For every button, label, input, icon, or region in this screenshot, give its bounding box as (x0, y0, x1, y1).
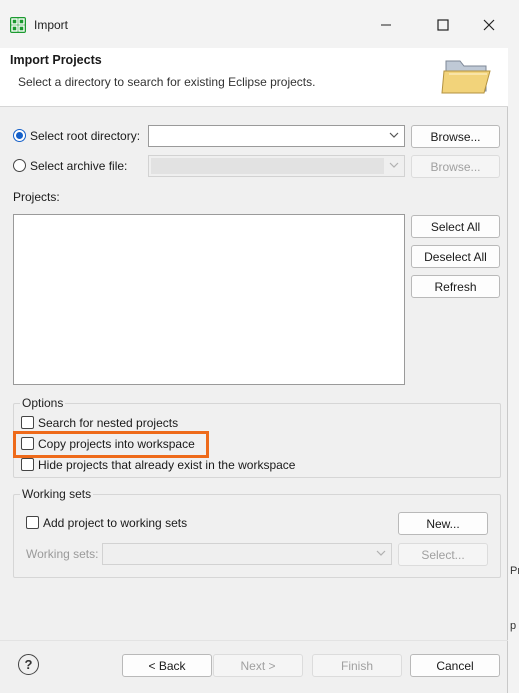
hide-existing-label[interactable]: Hide projects that already exist in the … (38, 458, 295, 472)
options-group-label: Options (20, 396, 66, 410)
working-sets-label: Working sets: (26, 547, 99, 561)
deselect-all-button[interactable]: Deselect All (411, 245, 500, 268)
archive-file-radio[interactable] (13, 159, 26, 172)
add-to-working-sets-label[interactable]: Add project to working sets (43, 516, 187, 530)
select-working-sets-button[interactable]: Select... (398, 543, 488, 566)
highlight-box (13, 431, 209, 458)
finish-button[interactable]: Finish (312, 654, 402, 677)
refresh-button[interactable]: Refresh (411, 275, 500, 298)
root-directory-label[interactable]: Select root directory: (30, 129, 140, 143)
select-all-button[interactable]: Select All (411, 215, 500, 238)
archive-file-label[interactable]: Select archive file: (30, 159, 127, 173)
eclipse-app-icon (10, 17, 26, 33)
root-directory-combo[interactable] (148, 125, 405, 147)
add-to-working-sets-checkbox[interactable] (26, 516, 39, 529)
import-dialog: Import Import Projects Select a director… (0, 0, 508, 693)
browse-archive-button[interactable]: Browse... (411, 155, 500, 178)
chevron-down-icon[interactable] (389, 130, 399, 143)
archive-file-combo[interactable] (148, 155, 405, 177)
nested-projects-checkbox[interactable] (21, 416, 34, 429)
title-bar: Import (0, 0, 508, 48)
maximize-button[interactable] (429, 12, 457, 38)
help-icon[interactable]: ? (18, 654, 39, 675)
page-title: Import Projects (10, 53, 102, 67)
working-sets-group-label: Working sets (20, 487, 94, 501)
window-title: Import (34, 18, 69, 32)
nested-projects-label[interactable]: Search for nested projects (38, 416, 178, 430)
chevron-down-icon (376, 548, 386, 561)
browse-root-button[interactable]: Browse... (411, 125, 500, 148)
close-button[interactable] (475, 12, 503, 38)
root-directory-radio[interactable] (13, 129, 26, 142)
projects-label: Projects: (13, 190, 60, 204)
wizard-header: Import Projects Select a directory to se… (0, 48, 508, 107)
minimize-button[interactable] (372, 12, 400, 38)
folder-open-icon (440, 51, 496, 104)
background-window-text: Pr (510, 565, 519, 577)
background-window-text: p (510, 620, 517, 632)
chevron-down-icon (389, 160, 399, 173)
projects-list[interactable] (13, 214, 405, 385)
new-working-set-button[interactable]: New... (398, 512, 488, 535)
hide-existing-checkbox[interactable] (21, 458, 34, 471)
footer-divider (0, 640, 508, 641)
back-button[interactable]: < Back (122, 654, 212, 677)
cancel-button[interactable]: Cancel (410, 654, 500, 677)
next-button[interactable]: Next > (213, 654, 303, 677)
archive-file-value (151, 158, 384, 174)
working-sets-combo[interactable] (102, 543, 392, 565)
page-description: Select a directory to search for existin… (18, 75, 316, 89)
